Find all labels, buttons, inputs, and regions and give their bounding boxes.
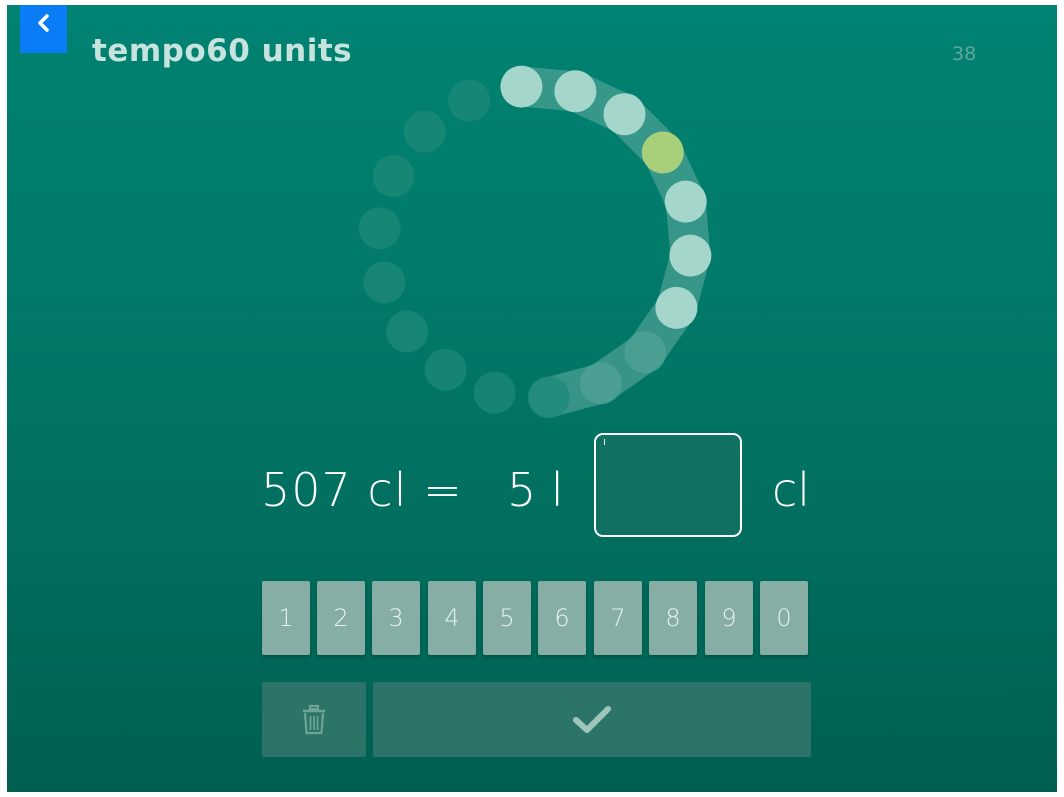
progress-dot-pending bbox=[386, 310, 429, 353]
progress-dot-pending bbox=[358, 207, 401, 250]
key-0[interactable]: 0 bbox=[760, 581, 808, 655]
key-8[interactable]: 8 bbox=[649, 581, 697, 655]
key-5[interactable]: 5 bbox=[483, 581, 531, 655]
key-3[interactable]: 3 bbox=[372, 581, 420, 655]
progress-dot-pending bbox=[448, 79, 491, 122]
progress-dot-done bbox=[554, 70, 597, 113]
progress-dot-done bbox=[500, 65, 543, 108]
progress-dot-pending bbox=[403, 110, 446, 153]
progress-dot-pending bbox=[372, 155, 415, 198]
progress-dot-done bbox=[603, 93, 646, 136]
progress-dot-pending bbox=[579, 362, 622, 405]
progress-dot-done bbox=[664, 180, 707, 223]
progress-dot-done bbox=[655, 286, 698, 329]
progress-dot-pending bbox=[527, 376, 570, 419]
answer-unit: cl bbox=[772, 463, 811, 517]
app-screen: tempo60 units 38 507 cl = 5 l cl 1 2 3 4… bbox=[7, 5, 1057, 792]
key-9[interactable]: 9 bbox=[705, 581, 753, 655]
progress-dot-done bbox=[669, 234, 712, 277]
confirm-button[interactable] bbox=[373, 682, 811, 757]
text-caret bbox=[604, 439, 605, 445]
trash-icon bbox=[303, 704, 325, 734]
key-4[interactable]: 4 bbox=[428, 581, 476, 655]
question-value: 5 l bbox=[507, 463, 564, 517]
question-expression: 507 cl = bbox=[261, 463, 463, 517]
key-2[interactable]: 2 bbox=[317, 581, 365, 655]
key-1[interactable]: 1 bbox=[262, 581, 310, 655]
key-6[interactable]: 6 bbox=[538, 581, 586, 655]
progress-dot-pending bbox=[624, 331, 667, 374]
progress-dot-pending bbox=[424, 348, 467, 391]
check-icon bbox=[573, 705, 611, 733]
progress-dot-pending bbox=[473, 371, 516, 414]
progress-ring bbox=[358, 65, 712, 419]
answer-input[interactable] bbox=[594, 433, 742, 537]
key-7[interactable]: 7 bbox=[594, 581, 642, 655]
progress-dot-current bbox=[641, 131, 684, 174]
delete-button[interactable] bbox=[262, 682, 366, 757]
progress-dot-pending bbox=[363, 261, 406, 304]
